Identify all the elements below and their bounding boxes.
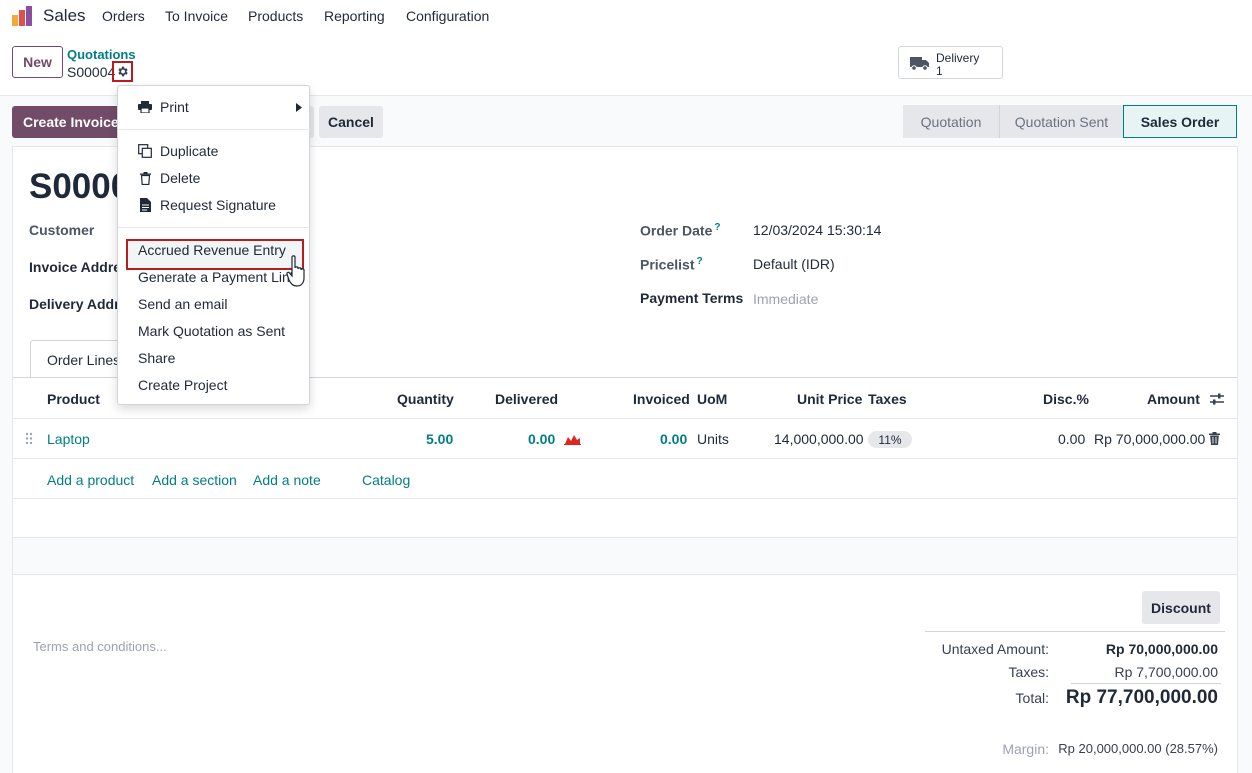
col-amount[interactable]: Amount bbox=[1147, 391, 1200, 407]
menu-reporting[interactable]: Reporting bbox=[324, 8, 385, 24]
menu-item-create-project[interactable]: Create Project bbox=[138, 377, 227, 393]
menu-to-invoice[interactable]: To Invoice bbox=[165, 8, 228, 24]
drag-handle-icon[interactable] bbox=[25, 432, 33, 445]
add-note-link[interactable]: Add a note bbox=[253, 472, 321, 488]
delivery-address-label: Delivery Addr bbox=[29, 296, 120, 312]
uom-cell[interactable]: Units bbox=[697, 431, 729, 447]
menu-item-delete[interactable]: Delete bbox=[138, 170, 200, 186]
col-product[interactable]: Product bbox=[47, 391, 100, 407]
caret-right-icon bbox=[296, 103, 302, 112]
sales-app-icon[interactable] bbox=[11, 5, 33, 27]
order-date-label: Order Date? bbox=[640, 222, 721, 239]
add-product-link[interactable]: Add a product bbox=[47, 472, 134, 488]
menu-item-request-signature[interactable]: Request Signature bbox=[138, 197, 276, 213]
col-taxes[interactable]: Taxes bbox=[868, 391, 907, 407]
menu-item-print[interactable]: Print bbox=[138, 99, 303, 115]
menu-item-mark-sent[interactable]: Mark Quotation as Sent bbox=[138, 323, 285, 339]
column-settings-icon[interactable] bbox=[1210, 392, 1224, 406]
menu-configuration[interactable]: Configuration bbox=[406, 8, 489, 24]
margin-label: Margin: bbox=[1002, 741, 1049, 757]
record-title: S0000 bbox=[29, 167, 131, 206]
app-name[interactable]: Sales bbox=[43, 6, 86, 26]
trash-icon bbox=[139, 171, 151, 185]
discount-button[interactable]: Discount bbox=[1142, 591, 1220, 624]
delivery-smart-button[interactable]: Delivery 1 bbox=[898, 46, 1003, 79]
menu-orders[interactable]: Orders bbox=[102, 8, 145, 24]
taxes-value: Rp 7,700,000.00 bbox=[1114, 664, 1218, 680]
total-value: Rp 77,700,000.00 bbox=[1065, 687, 1218, 708]
create-invoice-button[interactable]: Create Invoice bbox=[12, 106, 122, 138]
status-bar: Quotation Quotation Sent Sales Order bbox=[903, 105, 1237, 138]
empty-row bbox=[13, 537, 1237, 575]
menu-item-send-email[interactable]: Send an email bbox=[138, 296, 228, 312]
menu-item-share[interactable]: Share bbox=[138, 350, 175, 366]
gear-icon bbox=[118, 66, 128, 77]
breadcrumb-quotations[interactable]: Quotations bbox=[67, 47, 136, 62]
stage-quotation[interactable]: Quotation bbox=[903, 105, 999, 138]
unit-price-cell[interactable]: 14,000,000.00 bbox=[774, 431, 864, 447]
menu-item-accrued-revenue-entry[interactable]: Accrued Revenue Entry bbox=[138, 242, 286, 258]
payment-terms-value[interactable]: Immediate bbox=[753, 291, 818, 307]
pricelist-label: Pricelist? bbox=[640, 256, 703, 273]
help-icon[interactable]: ? bbox=[696, 256, 702, 267]
invoiced-cell[interactable]: 0.00 bbox=[660, 431, 687, 447]
taxes-label: Taxes: bbox=[1008, 664, 1049, 680]
menu-item-duplicate[interactable]: Duplicate bbox=[138, 143, 218, 159]
delivery-count: 1 bbox=[936, 64, 943, 78]
menu-item-generate-payment-link[interactable]: Generate a Payment Link bbox=[138, 269, 297, 285]
copy-icon bbox=[138, 144, 152, 158]
delivered-cell[interactable]: 0.00 bbox=[528, 431, 555, 447]
quantity-cell[interactable]: 5.00 bbox=[426, 431, 453, 447]
order-date-value[interactable]: 12/03/2024 15:30:14 bbox=[753, 222, 881, 238]
actions-gear-button[interactable] bbox=[112, 61, 133, 82]
col-quantity[interactable]: Quantity bbox=[397, 391, 454, 407]
col-delivered[interactable]: Delivered bbox=[495, 391, 558, 407]
payment-terms-label: Payment Terms bbox=[640, 290, 744, 306]
top-navbar: Sales Orders To Invoice Products Reporti… bbox=[0, 0, 1252, 32]
menu-products[interactable]: Products bbox=[248, 8, 303, 24]
discount-cell[interactable]: 0.00 bbox=[1058, 431, 1085, 447]
customer-label: Customer bbox=[29, 222, 95, 238]
stage-quotation-sent[interactable]: Quotation Sent bbox=[999, 105, 1123, 138]
add-section-link[interactable]: Add a section bbox=[152, 472, 237, 488]
forecast-chart-icon[interactable] bbox=[564, 433, 581, 445]
col-unit-price[interactable]: Unit Price bbox=[797, 391, 862, 407]
document-icon bbox=[139, 198, 151, 212]
printer-icon bbox=[138, 101, 152, 113]
product-cell[interactable]: Laptop bbox=[47, 431, 90, 447]
untaxed-value: Rp 70,000,000.00 bbox=[1105, 641, 1218, 657]
new-button[interactable]: New bbox=[12, 46, 63, 78]
amount-cell: Rp 70,000,000.00 bbox=[1094, 431, 1206, 447]
delivery-label: Delivery bbox=[936, 51, 980, 65]
total-label: Total: bbox=[1015, 690, 1049, 706]
terms-input[interactable]: Terms and conditions... bbox=[33, 639, 167, 654]
trash-icon[interactable] bbox=[1209, 432, 1220, 445]
invoice-address-label: Invoice Addre bbox=[29, 259, 122, 275]
margin-value: Rp 20,000,000.00 (28.57%) bbox=[1058, 741, 1218, 756]
untaxed-label: Untaxed Amount: bbox=[941, 641, 1049, 657]
truck-icon bbox=[910, 57, 929, 71]
breadcrumb-current: S00004 bbox=[67, 64, 116, 80]
cancel-button[interactable]: Cancel bbox=[319, 106, 383, 138]
actions-dropdown-menu: Print Duplicate Delete Request Signature… bbox=[117, 85, 311, 405]
tab-order-lines[interactable]: Order Lines bbox=[30, 340, 122, 378]
hand-cursor-icon bbox=[286, 255, 305, 287]
col-uom[interactable]: UoM bbox=[697, 391, 727, 407]
hidden-action-button[interactable] bbox=[310, 106, 314, 138]
help-icon[interactable]: ? bbox=[714, 222, 720, 233]
col-invoiced[interactable]: Invoiced bbox=[633, 391, 690, 407]
stage-sales-order[interactable]: Sales Order bbox=[1123, 105, 1237, 138]
catalog-link[interactable]: Catalog bbox=[362, 472, 410, 488]
col-discount[interactable]: Disc.% bbox=[1043, 391, 1089, 407]
tax-badge[interactable]: 11% bbox=[868, 431, 912, 448]
pricelist-value[interactable]: Default (IDR) bbox=[753, 256, 835, 272]
